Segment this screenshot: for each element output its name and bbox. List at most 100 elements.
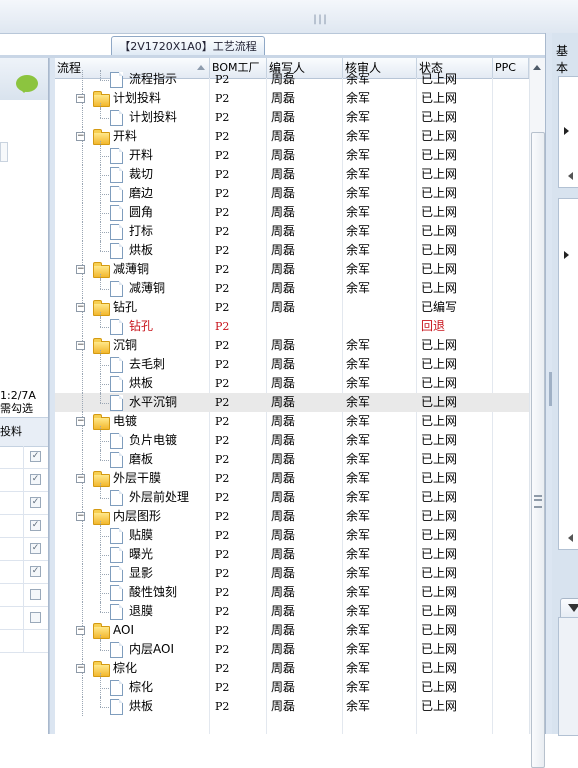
row-checkbox[interactable]	[30, 612, 41, 623]
expand-right-icon[interactable]	[564, 251, 569, 259]
tree-connector	[100, 213, 109, 214]
row-checkbox[interactable]: ✓	[30, 497, 41, 508]
table-row[interactable]: 减薄铜 P2 周磊 余军 已上网	[55, 279, 529, 298]
top-splitter-bar[interactable]: |||	[0, 0, 578, 34]
table-row[interactable]: 流程指示 P2 周磊 余军 已上网	[55, 70, 529, 89]
table-row[interactable]: 钻孔 P2 回退	[55, 317, 529, 336]
tab-process-flow[interactable]: 【2V1720X1A0】工艺流程	[111, 36, 265, 57]
reviewer-cell: 余军	[346, 224, 371, 238]
tree-connector	[82, 564, 83, 583]
table-row[interactable]: 开料 P2 周磊 余军 已上网	[55, 146, 529, 165]
table-row[interactable]: − 电镀 P2 周磊 余军 已上网	[55, 412, 529, 431]
row-checkbox[interactable]: ✓	[30, 451, 41, 462]
folder-icon	[93, 300, 110, 316]
left-list-row: ✓	[0, 469, 48, 492]
table-row[interactable]: 烘板 P2 周磊 余军 已上网	[55, 697, 529, 716]
tree-node-label: 开料	[113, 129, 138, 143]
table-row[interactable]: 圆角 P2 周磊 余军 已上网	[55, 203, 529, 222]
table-row[interactable]: 退膜 P2 周磊 余军 已上网	[55, 602, 529, 621]
collapse-toggle-icon[interactable]: −	[76, 94, 85, 103]
reviewer-cell: 余军	[346, 110, 371, 124]
status-cell: 已上网	[421, 642, 458, 656]
collapse-toggle-icon[interactable]: −	[76, 265, 85, 274]
collapse-toggle-icon[interactable]: −	[76, 303, 85, 312]
chat-bubble-icon[interactable]	[16, 75, 38, 93]
table-row[interactable]: − 外层干膜 P2 周磊 余军 已上网	[55, 469, 529, 488]
table-row[interactable]: 裁切 P2 周磊 余军 已上网	[55, 165, 529, 184]
scrollbar-thumb[interactable]	[531, 132, 545, 768]
expand-right-icon[interactable]	[564, 127, 569, 135]
table-row[interactable]: − 棕化 P2 周磊 余军 已上网	[55, 659, 529, 678]
table-row[interactable]: − AOI P2 周磊 余军 已上网	[55, 621, 529, 640]
reviewer-cell: 余军	[346, 661, 371, 675]
reviewer-cell: 余军	[346, 167, 371, 181]
table-row[interactable]: 酸性蚀刻 P2 周磊 余军 已上网	[55, 583, 529, 602]
folder-icon	[93, 262, 110, 278]
right-panel-title: 基本	[556, 44, 569, 75]
writer-cell: 周磊	[271, 547, 296, 561]
tree-connector	[100, 108, 101, 118]
scroll-left-icon[interactable]	[568, 172, 573, 180]
row-checkbox[interactable]: ✓	[30, 543, 41, 554]
table-row[interactable]: 贴膜 P2 周磊 余军 已上网	[55, 526, 529, 545]
table-row[interactable]: − 沉铜 P2 周磊 余军 已上网	[55, 336, 529, 355]
collapse-toggle-icon[interactable]: −	[76, 417, 85, 426]
scroll-up-arrow-icon[interactable]	[533, 65, 541, 70]
table-row[interactable]: − 计划投料 P2 周磊 余军 已上网	[55, 89, 529, 108]
status-cell: 已上网	[421, 376, 458, 390]
left-list-row	[0, 584, 48, 607]
row-checkbox[interactable]: ✓	[30, 520, 41, 531]
tree-connector	[100, 441, 109, 442]
scroll-left-icon[interactable]	[568, 534, 573, 542]
tree-connector	[100, 488, 101, 498]
table-row[interactable]: 磨边 P2 周磊 余军 已上网	[55, 184, 529, 203]
bom-cell: P2	[215, 168, 230, 181]
tree-connector	[100, 612, 109, 613]
table-row[interactable]: 显影 P2 周磊 余军 已上网	[55, 564, 529, 583]
collapse-toggle-icon[interactable]: −	[76, 132, 85, 141]
collapse-toggle-icon[interactable]: −	[76, 474, 85, 483]
collapse-toggle-icon[interactable]: −	[76, 341, 85, 350]
tree-node-label: 开料	[129, 148, 154, 162]
collapse-toggle-icon[interactable]: −	[76, 512, 85, 521]
table-row[interactable]: − 减薄铜 P2 周磊 余军 已上网	[55, 260, 529, 279]
splitter-grip-icon[interactable]: |||	[312, 14, 328, 25]
left-input-box[interactable]	[0, 142, 8, 162]
reviewer-cell: 余军	[346, 604, 371, 618]
reviewer-cell: 余军	[346, 547, 371, 561]
row-checkbox[interactable]: ✓	[30, 566, 41, 577]
reviewer-cell: 余军	[346, 528, 371, 542]
tree-connector	[100, 194, 109, 195]
table-row[interactable]: − 内层图形 P2 周磊 余军 已上网	[55, 507, 529, 526]
collapse-toggle-icon[interactable]: −	[76, 664, 85, 673]
tree-connector	[100, 384, 109, 385]
document-icon	[110, 281, 123, 297]
table-row[interactable]: − 钻孔 P2 周磊 已编写	[55, 298, 529, 317]
table-row[interactable]: 负片电镀 P2 周磊 余军 已上网	[55, 431, 529, 450]
table-row[interactable]: 磨板 P2 周磊 余军 已上网	[55, 450, 529, 469]
grid-vertical-scrollbar[interactable]	[529, 58, 545, 768]
writer-cell: 周磊	[271, 186, 296, 200]
table-row[interactable]: 外层前处理 P2 周磊 余军 已上网	[55, 488, 529, 507]
table-row[interactable]: 内层AOI P2 周磊 余军 已上网	[55, 640, 529, 659]
table-row[interactable]: 烘板 P2 周磊 余军 已上网	[55, 241, 529, 260]
status-cell: 已上网	[421, 205, 458, 219]
row-checkbox[interactable]	[30, 589, 41, 600]
table-row[interactable]: 棕化 P2 周磊 余军 已上网	[55, 678, 529, 697]
table-row[interactable]: − 开料 P2 周磊 余军 已上网	[55, 127, 529, 146]
table-row[interactable]: 打标 P2 周磊 余军 已上网	[55, 222, 529, 241]
tree-connector	[82, 241, 83, 260]
tree-node-label: 内层AOI	[129, 642, 174, 656]
table-row[interactable]: 水平沉铜 P2 周磊 余军 已上网	[55, 393, 529, 412]
tree-connector	[100, 697, 101, 707]
table-row[interactable]: 计划投料 P2 周磊 余军 已上网	[55, 108, 529, 127]
collapse-toggle-icon[interactable]: −	[76, 626, 85, 635]
tree-connector	[100, 593, 109, 594]
table-row[interactable]: 去毛刺 P2 周磊 余军 已上网	[55, 355, 529, 374]
table-row[interactable]: 烘板 P2 周磊 余军 已上网	[55, 374, 529, 393]
table-row[interactable]: 曝光 P2 周磊 余军 已上网	[55, 545, 529, 564]
tree-connector	[82, 374, 83, 393]
row-checkbox[interactable]: ✓	[30, 474, 41, 485]
tree-node-label: 裁切	[129, 167, 154, 181]
writer-cell: 周磊	[271, 661, 296, 675]
